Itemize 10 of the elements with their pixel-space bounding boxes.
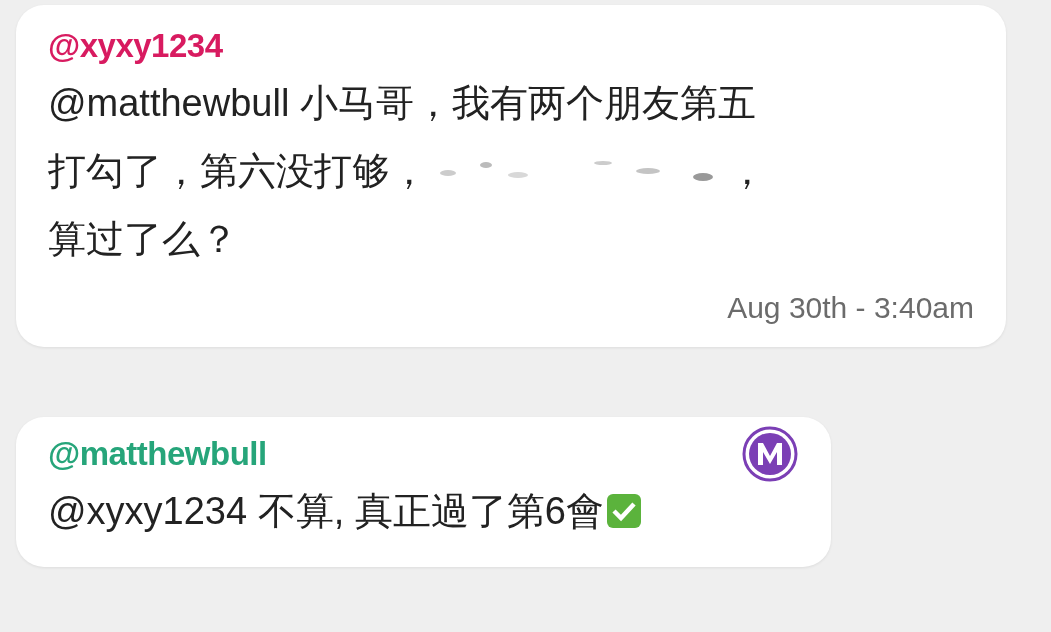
message-text: ， [728, 148, 766, 194]
message-text: 算过了么？ [48, 216, 238, 262]
timestamp: Aug 30th - 3:40am [727, 291, 974, 324]
message-text: @matthewbull 小马哥，我有两个朋友第五 [48, 80, 756, 126]
check-icon [605, 493, 642, 529]
message-text: 打勾了，第六没打够， [48, 148, 428, 194]
message-text: @xyxy1234 不算, 真正過了第6會 [48, 488, 604, 534]
m-badge-icon [741, 425, 799, 483]
username[interactable]: @matthewbull [48, 435, 267, 473]
username[interactable]: @xyxy1234 [48, 27, 223, 65]
